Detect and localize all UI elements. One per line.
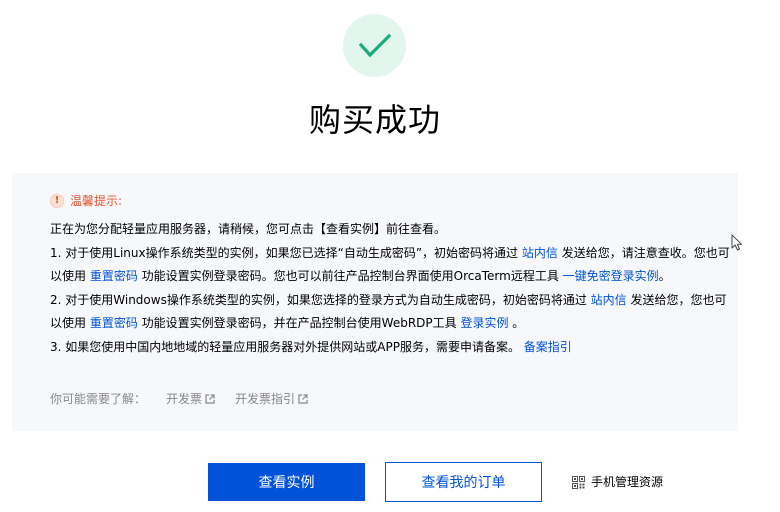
- external-link-icon: [298, 394, 308, 404]
- notice-intro: 正在为您分配轻量应用服务器，请稍候，您可点击【查看实例】前往查看。: [50, 222, 447, 236]
- notice-item-linux: 1. 对于使用Linux操作系统类型的实例，如果您已选择“自动生成密码”，初始密…: [50, 242, 730, 289]
- notice-body: 正在为您分配轻量应用服务器，请稍候，您可点击【查看实例】前往查看。 1. 对于使…: [50, 218, 730, 359]
- view-orders-button[interactable]: 查看我的订单: [385, 462, 542, 502]
- notice-text: 。: [508, 316, 525, 330]
- inbox-link[interactable]: 站内信: [591, 293, 627, 307]
- invoice-link[interactable]: 开发票: [166, 390, 215, 408]
- notice-item-filing: 3. 如果您使用中国内地地域的轻量应用服务器对外提供网站或APP服务，需要申请备…: [50, 336, 730, 360]
- invoice-guide-link-label: 开发票指引: [235, 392, 296, 406]
- notice-text: 3. 如果您使用中国内地地域的轻量应用服务器对外提供网站或APP服务，需要申请备…: [50, 339, 524, 354]
- success-badge: [343, 14, 406, 77]
- invoice-link-label: 开发票: [166, 392, 203, 406]
- exclamation-icon: !: [50, 194, 64, 208]
- notice-text: 。: [658, 269, 671, 283]
- external-link-icon: [205, 394, 215, 404]
- check-icon: [358, 33, 391, 57]
- related-label: 你可能需要了解：: [50, 392, 147, 406]
- view-instance-button[interactable]: 查看实例: [208, 463, 365, 501]
- notice-text: 1. 对于使用Linux操作系统类型的实例，如果您已选择“自动生成密码”，初始密…: [50, 245, 522, 260]
- notice-text: 功能设置实例登录密码，并在产品控制台使用WebRDP工具: [137, 316, 461, 330]
- notice-text: 2. 对于使用Windows操作系统类型的实例，如果您选择的登录方式为自动生成密…: [50, 292, 591, 307]
- inbox-link[interactable]: 站内信: [522, 246, 558, 260]
- mobile-manage-link[interactable]: 手机管理资源: [572, 473, 663, 491]
- login-instance-link[interactable]: 登录实例: [460, 316, 508, 330]
- filing-guide-link[interactable]: 备案指引: [524, 340, 572, 354]
- reset-password-link[interactable]: 重置密码: [90, 269, 138, 283]
- notice-text: 功能设置实例登录密码。您也可以前往产品控制台界面使用OrcaTerm远程工具: [137, 269, 563, 283]
- notice-panel: ! 温馨提示: 正在为您分配轻量应用服务器，请稍候，您可点击【查看实例】前往查看…: [12, 173, 738, 431]
- related-links: 你可能需要了解： 开发票 开发票指引: [50, 390, 328, 408]
- page-title: 购买成功: [308, 101, 441, 139]
- qr-code-icon: [572, 475, 585, 489]
- mobile-manage-label: 手机管理资源: [591, 475, 664, 489]
- passwordless-login-link[interactable]: 一键免密登录实例: [563, 269, 659, 283]
- invoice-guide-link[interactable]: 开发票指引: [235, 390, 308, 408]
- notice-item-windows: 2. 对于使用Windows操作系统类型的实例，如果您选择的登录方式为自动生成密…: [50, 289, 730, 336]
- mouse-cursor-icon: [731, 234, 742, 251]
- reset-password-link[interactable]: 重置密码: [90, 316, 138, 330]
- purchase-success-page: 购买成功 ! 温馨提示: 正在为您分配轻量应用服务器，请稍候，您可点击【查看实例…: [0, 0, 780, 512]
- notice-title: 温馨提示:: [70, 194, 123, 208]
- notice-header: ! 温馨提示:: [50, 192, 122, 210]
